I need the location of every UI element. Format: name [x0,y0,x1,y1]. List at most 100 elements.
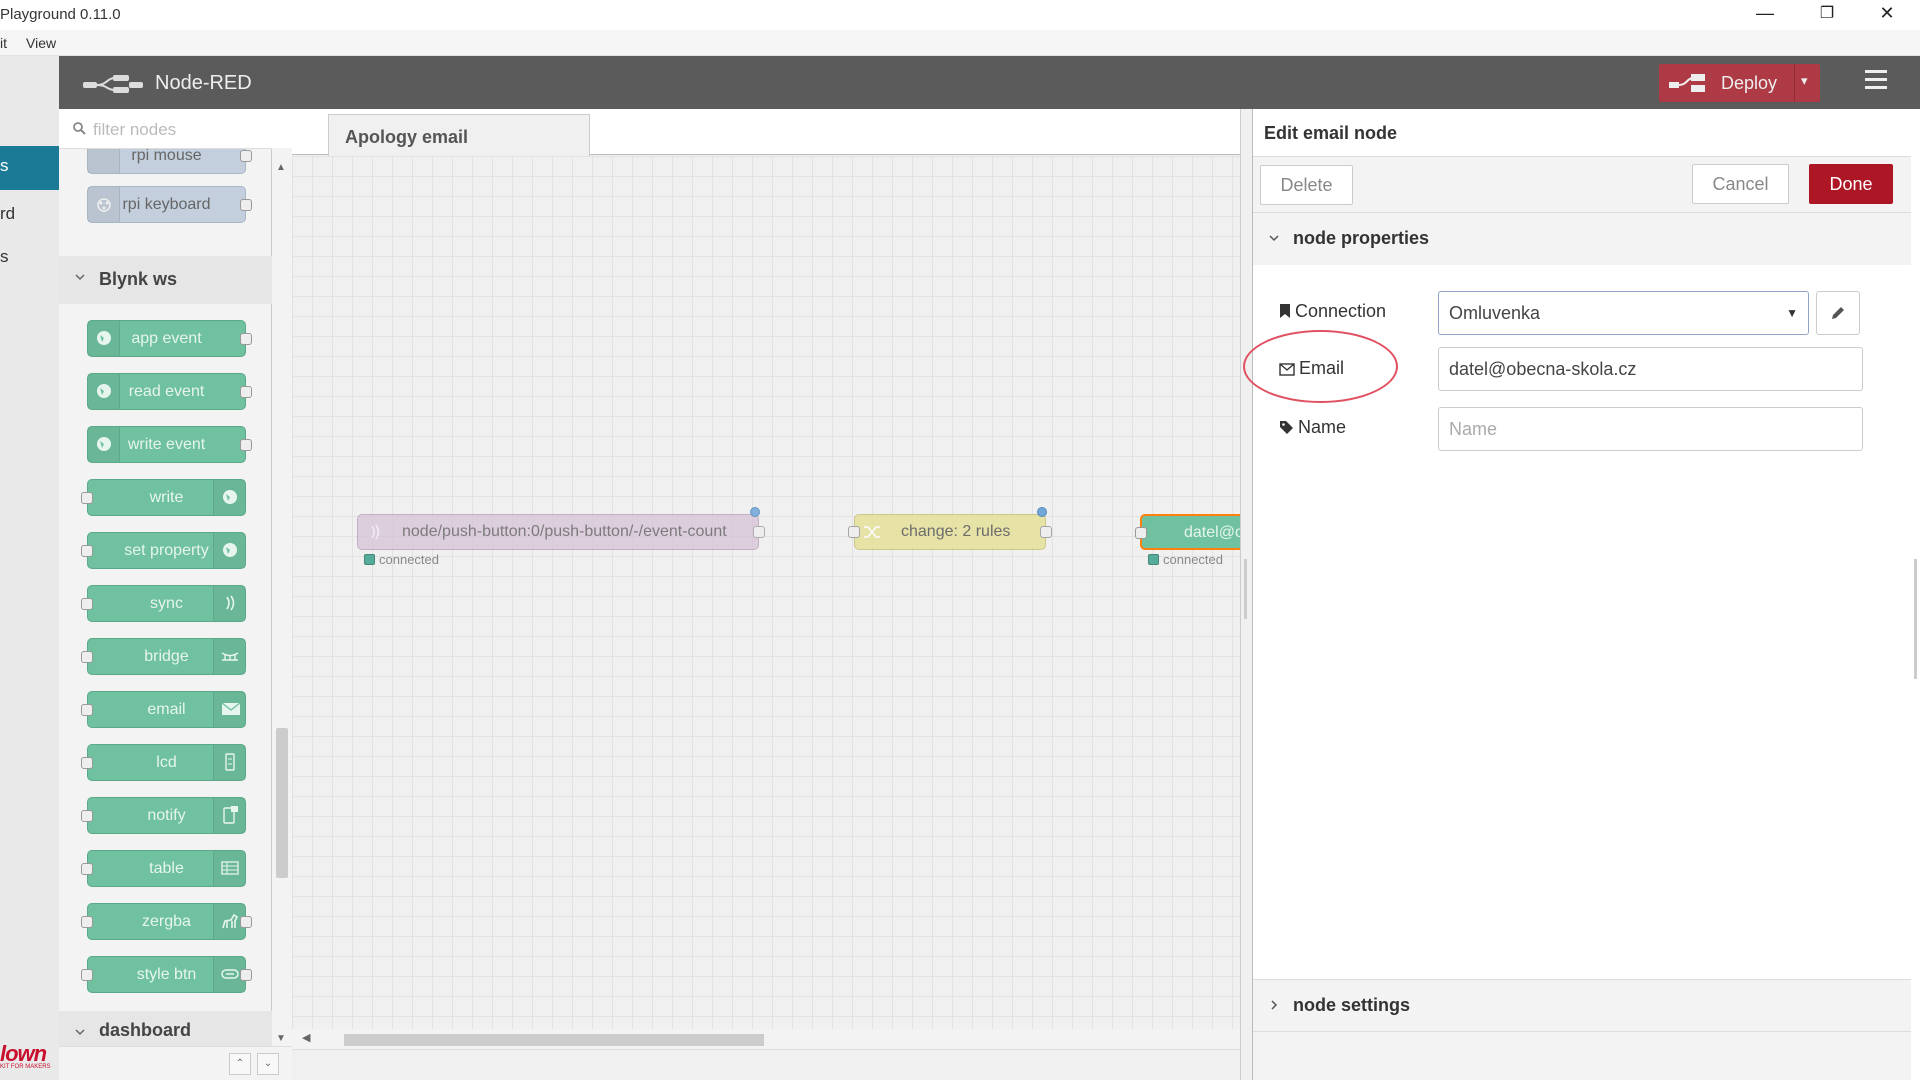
bridge-icon [213,639,245,674]
scroll-down-arrow[interactable]: ▼ [276,1033,286,1044]
side-strip-item[interactable]: rd [0,204,15,224]
palette-node-sync[interactable]: sync [81,585,246,622]
palette-node-write-event[interactable]: write event [87,426,252,463]
input-port[interactable] [81,969,93,981]
brand-title: Node-RED [155,72,252,94]
side-strip-item[interactable]: s [0,247,9,267]
envelope-icon [213,692,245,727]
output-port[interactable] [240,150,252,162]
palette-node-notify[interactable]: notify [81,797,246,834]
input-port[interactable] [81,916,93,928]
palette-node-table[interactable]: table [81,850,246,887]
output-port[interactable] [240,969,252,981]
palette-category-blynk[interactable]: Blynk ws [59,256,272,304]
edit-connection-button[interactable] [1816,291,1860,335]
input-port[interactable] [81,598,93,610]
palette-node-label: bridge [144,648,189,665]
flow-node-push-button[interactable]: node/push-button:0/push-button/-/event-c… [357,507,765,550]
flow-node-label: datel@o [1184,524,1240,541]
tab-apology-email[interactable]: Apology email [328,114,590,156]
sidebar-splitter[interactable] [1240,109,1252,1080]
workspace-hscrollbar[interactable]: ◀ [292,1029,1240,1049]
workspace-scroll-thumb[interactable] [344,1034,764,1046]
search-icon [73,122,86,135]
palette-node-rpi-keyboard[interactable]: rpi keyboard [87,186,252,223]
collapse-all-button[interactable]: ⌃ [229,1053,251,1075]
deploy-dropdown-caret[interactable]: ▾ [1801,73,1808,89]
scroll-up-arrow[interactable]: ▲ [276,162,286,173]
flow-node-email[interactable]: datel@o [1135,514,1240,550]
output-port[interactable] [753,526,765,538]
minimize-button[interactable]: — [1750,3,1780,24]
input-port[interactable] [81,545,93,557]
input-port[interactable] [848,526,860,538]
deploy-button[interactable]: Deploy ▾ [1659,64,1820,102]
palette-node-write[interactable]: write [81,479,246,516]
input-port[interactable] [81,863,93,875]
tray-scrollbar[interactable] [1911,109,1920,1080]
cancel-button[interactable]: Cancel [1692,164,1789,204]
flow-node-status: connected [364,552,439,567]
name-field[interactable]: Name [1438,407,1863,451]
blynk-globe-icon [213,480,245,515]
palette-filter[interactable]: filter nodes [59,109,272,149]
output-port[interactable] [240,199,252,211]
input-port[interactable] [1135,527,1147,539]
output-port[interactable] [240,386,252,398]
palette-node-label: write [149,489,184,506]
flow-workspace: Apology email node/push-button:0/push-bu… [292,109,1240,1080]
palette-node-rpi-mouse[interactable]: rpi mouse [87,149,252,174]
palette-node-label: rpi mouse [131,149,202,164]
palette-footer: ⌃ ⌄ [59,1046,292,1080]
flow-canvas[interactable]: node/push-button:0/push-button/-/event-c… [292,156,1240,1029]
menu-item-view[interactable]: View [26,35,56,51]
palette-category-dashboard[interactable]: dashboard [59,1011,272,1051]
delete-button[interactable]: Delete [1260,165,1353,205]
palette-node-zergba[interactable]: zergba [81,903,252,940]
input-port[interactable] [81,810,93,822]
side-strip-item-selected[interactable]: s [0,146,59,190]
flow-node-change[interactable]: change: 2 rules [848,507,1052,550]
expand-all-button[interactable]: ⌄ [257,1053,279,1075]
input-port[interactable] [81,757,93,769]
output-port[interactable] [1040,526,1052,538]
changed-indicator [750,507,760,517]
connection-select[interactable]: Omluvenka ▼ [1438,291,1809,335]
chevron-down-icon [75,1029,85,1036]
menu-item-edit[interactable]: it [0,35,7,51]
input-port[interactable] [81,704,93,716]
window-title: Playground 0.11.0 [0,6,121,23]
connection-value: Omluvenka [1449,303,1541,323]
palette-node-label: rpi keyboard [122,196,211,213]
palette-node-label: app event [131,330,202,347]
section-node-properties[interactable]: node properties [1253,213,1912,265]
raspberry-icon [88,187,120,222]
palette-node-set-property[interactable]: set property [81,532,246,569]
input-port[interactable] [81,651,93,663]
close-button[interactable]: ✕ [1872,3,1902,24]
scroll-left-arrow[interactable]: ◀ [302,1031,310,1044]
palette-node-style-btn[interactable]: style btn [81,956,252,993]
palette-node-app-event[interactable]: app event [87,320,252,357]
vendor-logo-sub: KIT FOR MAKERS [0,1064,51,1070]
palette-node-email[interactable]: email [81,691,246,728]
palette-node-lcd[interactable]: lcd [81,744,246,781]
email-field[interactable]: datel@obecna-skola.cz [1438,347,1863,391]
palette-node-label: table [149,860,184,877]
palette-node-label: read event [128,383,205,400]
name-label: Name [1279,417,1346,438]
output-port[interactable] [240,439,252,451]
changed-indicator [1037,507,1047,517]
palette-node-bridge[interactable]: bridge [81,638,246,675]
restore-button[interactable]: ❐ [1812,3,1842,23]
output-port[interactable] [240,333,252,345]
input-port[interactable] [81,492,93,504]
palette-scrollbar[interactable]: ▲ ▼ [272,148,292,1048]
done-button[interactable]: Done [1809,164,1893,204]
palette-scroll-thumb[interactable] [276,728,288,878]
main-menu-icon[interactable] [1865,70,1889,94]
palette-node-read-event[interactable]: read event [87,373,252,410]
output-port[interactable] [240,916,252,928]
palette-node-label: lcd [156,754,177,771]
section-node-settings[interactable]: node settings [1253,979,1912,1031]
